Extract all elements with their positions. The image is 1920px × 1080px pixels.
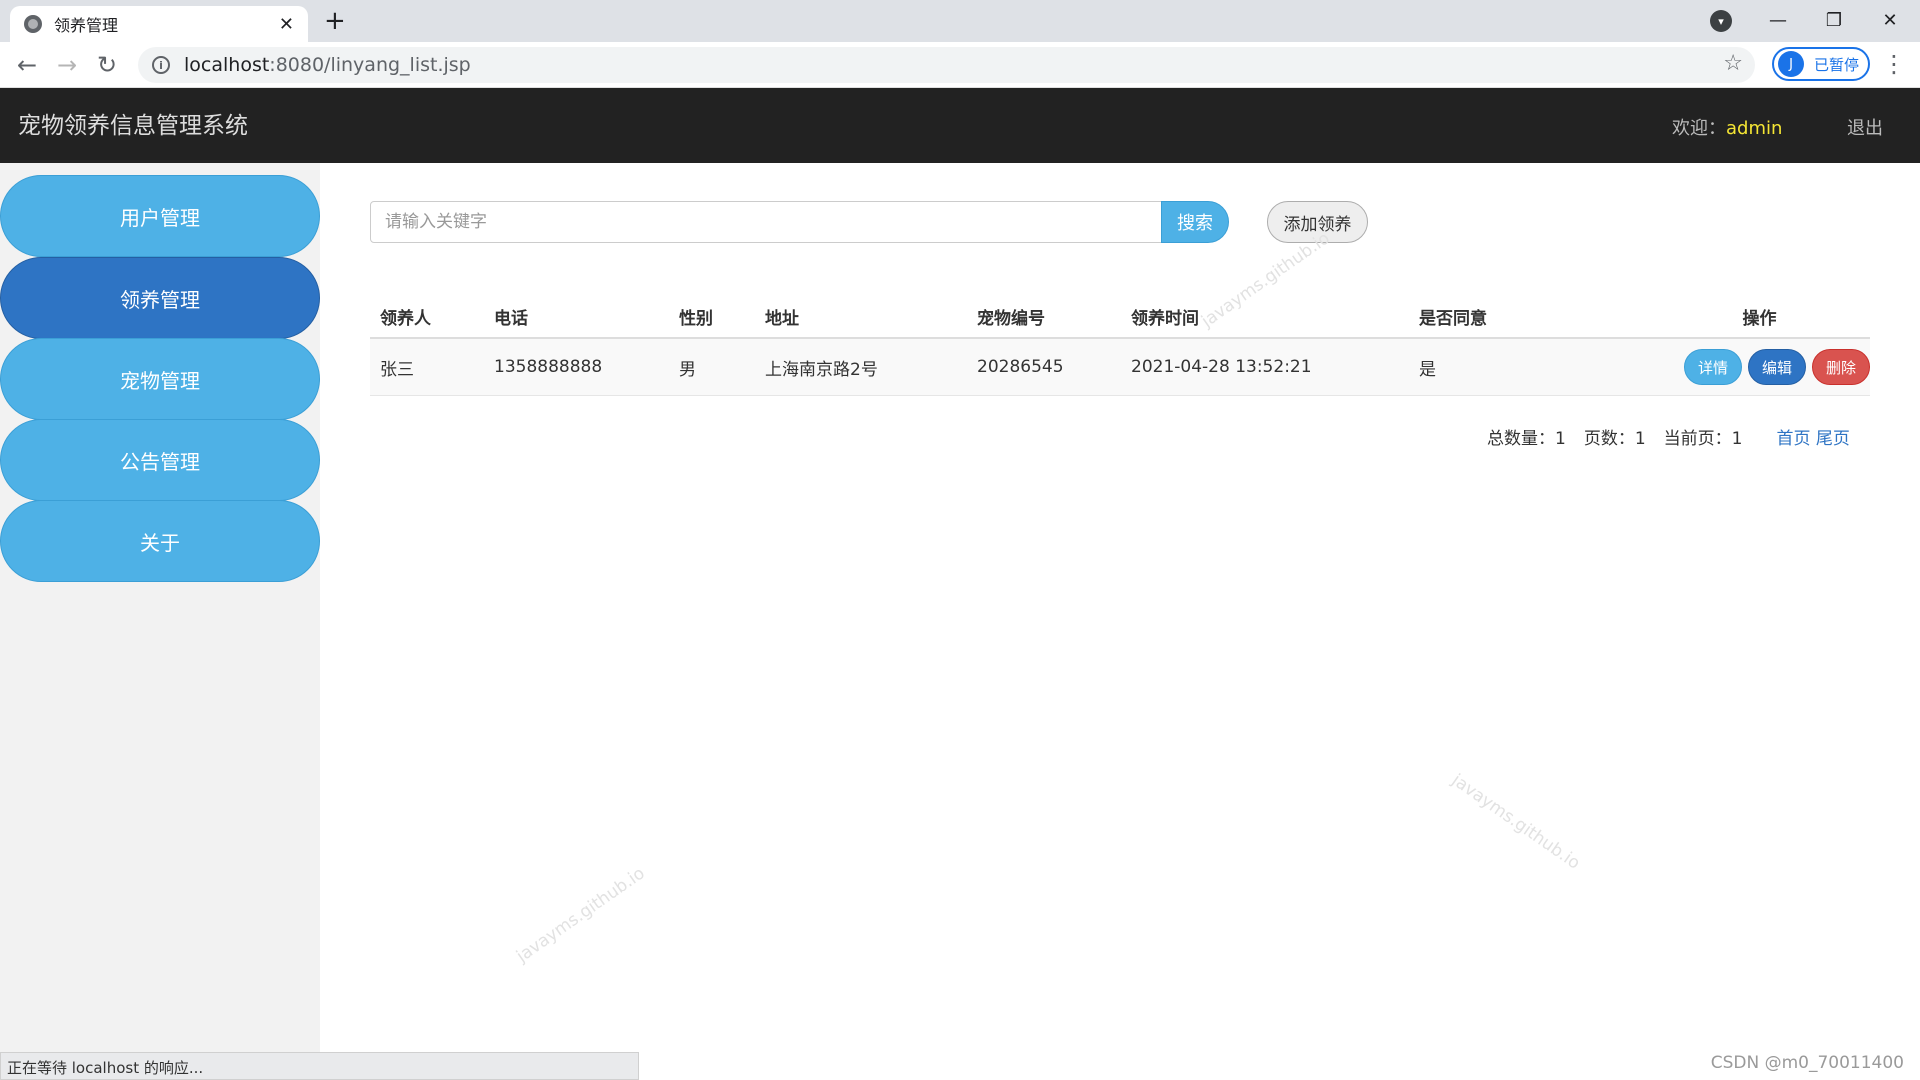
page-count: 页数：1 — [1584, 424, 1646, 449]
watermark: javayms.github.io — [1447, 770, 1584, 874]
column-header-time: 领养时间 — [1131, 309, 1199, 329]
browser-status-bar: 正在等待 localhost 的响应... — [0, 1052, 639, 1080]
browser-tab-bar: 领养管理 ✕ + ▾ — ❐ ✕ — [0, 0, 1920, 42]
column-header-gender: 性别 — [679, 309, 713, 329]
sidebar-item-pet-management[interactable]: 宠物管理 — [0, 338, 320, 420]
site-info-icon[interactable]: i — [152, 56, 170, 74]
sidebar-item-user-management[interactable]: 用户管理 — [0, 175, 320, 257]
total-value: 1 — [1555, 429, 1566, 449]
column-header-adopter: 领养人 — [380, 309, 431, 329]
welcome-text: 欢迎：admin — [1672, 114, 1782, 140]
footer-credit: CSDN @m0_70011400 — [1710, 1053, 1904, 1073]
table-header: 领养人 电话 性别 地址 宠物编号 领养时间 是否同意 操作 — [370, 296, 1870, 339]
username: admin — [1726, 118, 1783, 139]
app-title: 宠物领养信息管理系统 — [18, 113, 248, 139]
search-button[interactable]: 搜索 — [1161, 201, 1229, 243]
browser-toolbar: ← → ↻ i localhost:8080/linyang_list.jsp … — [0, 42, 1920, 88]
globe-icon — [24, 15, 42, 33]
cell-actions: 详情 编辑 删除 — [1609, 349, 1870, 385]
pages-value: 1 — [1634, 429, 1646, 449]
profile-button[interactable]: J 已暂停 — [1772, 47, 1870, 81]
first-page-link[interactable]: 首页 — [1776, 429, 1810, 449]
sidebar-item-about[interactable]: 关于 — [0, 500, 320, 582]
column-header-pet-no: 宠物编号 — [977, 309, 1045, 329]
url-path: :8080/linyang_list.jsp — [269, 54, 471, 76]
total-count: 总数量：1 — [1487, 424, 1566, 449]
pagination: 总数量：1 页数：1 当前页：1 首页 尾页 — [1487, 424, 1850, 449]
tab-search-icon[interactable]: ▾ — [1710, 10, 1732, 32]
url-text: localhost:8080/linyang_list.jsp — [184, 54, 471, 76]
address-bar[interactable]: i localhost:8080/linyang_list.jsp ☆ — [138, 47, 1755, 83]
new-tab-icon[interactable]: + — [324, 6, 346, 36]
column-header-address: 地址 — [765, 309, 799, 329]
browser-menu-icon[interactable]: ⋮ — [1882, 50, 1906, 78]
adoption-table: 领养人 电话 性别 地址 宠物编号 领养时间 是否同意 操作 张三 135888… — [370, 296, 1870, 396]
forward-icon[interactable]: → — [52, 50, 82, 80]
reload-icon[interactable]: ↻ — [92, 50, 122, 80]
cell-pet-no: 20286545 — [977, 357, 1064, 377]
current-label: 当前页： — [1663, 429, 1732, 449]
sidebar-item-notice-management[interactable]: 公告管理 — [0, 419, 320, 501]
current-page: 当前页：1 — [1664, 424, 1743, 449]
sidebar: 用户管理 领养管理 宠物管理 公告管理 关于 — [0, 163, 320, 1080]
bookmark-star-icon[interactable]: ☆ — [1723, 51, 1743, 76]
pages-label: 页数： — [1583, 429, 1635, 449]
total-label: 总数量： — [1487, 429, 1555, 449]
last-page-link[interactable]: 尾页 — [1816, 429, 1850, 449]
minimize-icon[interactable]: — — [1750, 0, 1806, 40]
column-header-agreed: 是否同意 — [1419, 309, 1487, 329]
cell-address: 上海南京路2号 — [765, 359, 878, 380]
cell-gender: 男 — [679, 359, 696, 380]
cell-adopter: 张三 — [380, 359, 414, 380]
profile-status: 已暂停 — [1814, 55, 1860, 74]
profile-avatar: J — [1778, 51, 1804, 77]
back-icon[interactable]: ← — [12, 50, 42, 80]
edit-button[interactable]: 编辑 — [1748, 349, 1806, 385]
column-header-phone: 电话 — [494, 309, 528, 329]
url-host: localhost — [184, 54, 270, 76]
cell-time: 2021-04-28 13:52:21 — [1131, 357, 1312, 377]
browser-tab[interactable]: 领养管理 ✕ — [10, 6, 308, 42]
welcome-label: 欢迎： — [1672, 118, 1726, 139]
tab-title: 领养管理 — [54, 16, 119, 35]
app-header: 宠物领养信息管理系统 欢迎：admin 退出 — [0, 88, 1920, 163]
table-row: 张三 1358888888 男 上海南京路2号 20286545 2021-04… — [370, 339, 1870, 396]
cell-agreed: 是 — [1419, 359, 1436, 380]
sidebar-item-adoption-management[interactable]: 领养管理 — [0, 257, 320, 339]
page-links: 首页 尾页 — [1776, 424, 1849, 449]
detail-button[interactable]: 详情 — [1684, 349, 1742, 385]
current-value: 1 — [1731, 429, 1743, 449]
window-close-icon[interactable]: ✕ — [1862, 0, 1918, 40]
delete-button[interactable]: 删除 — [1812, 349, 1870, 385]
watermark: javayms.github.io — [512, 863, 649, 967]
logout-link[interactable]: 退出 — [1847, 114, 1883, 140]
restore-icon[interactable]: ❐ — [1806, 0, 1862, 40]
close-tab-icon[interactable]: ✕ — [279, 14, 294, 35]
search-input[interactable] — [370, 201, 1162, 243]
cell-phone: 1358888888 — [494, 357, 603, 377]
column-header-actions: 操作 — [1742, 309, 1777, 329]
